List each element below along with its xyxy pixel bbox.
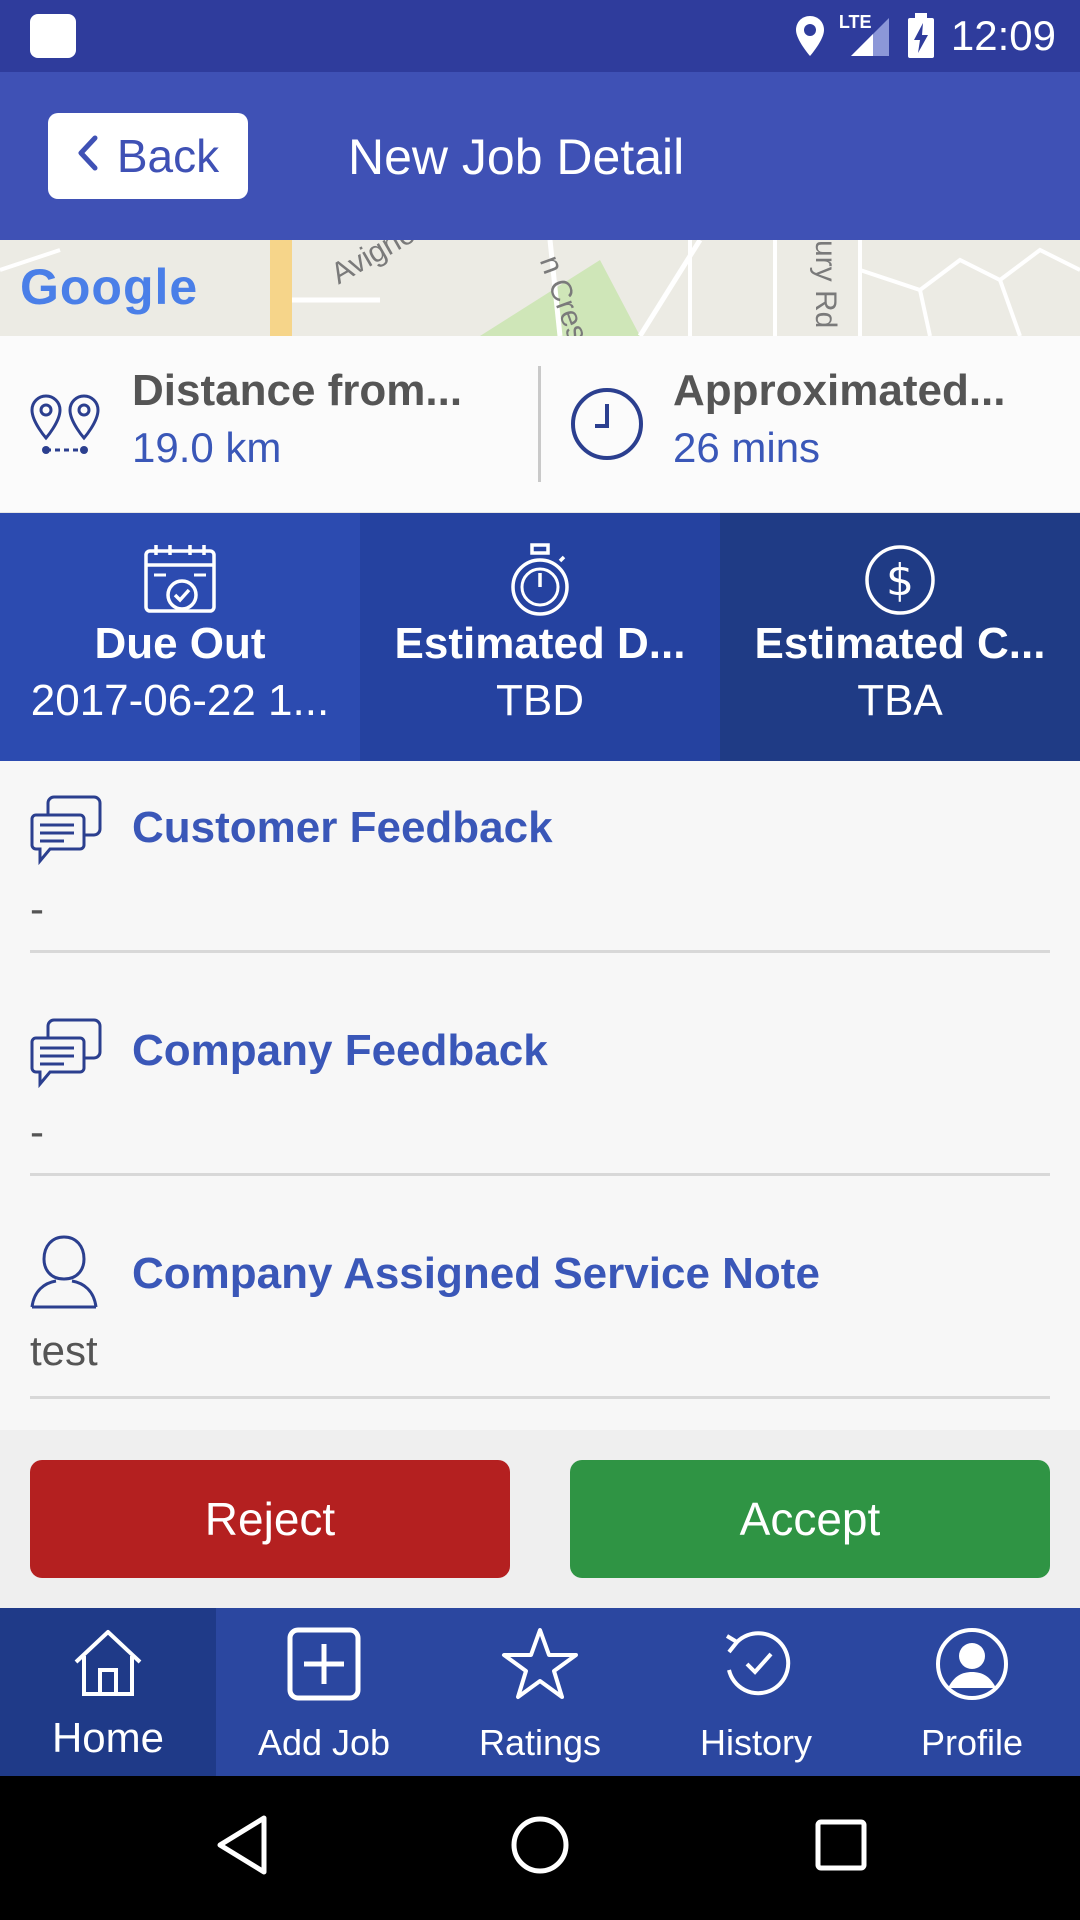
customer-feedback-section: Customer Feedback -	[0, 761, 1080, 984]
battery-charging-icon	[907, 13, 935, 59]
action-bar: Reject Accept	[0, 1430, 1080, 1608]
notification-app-icon	[30, 14, 76, 58]
back-label: Back	[116, 130, 220, 182]
app-bar: Back New Job Detail	[0, 72, 1080, 240]
nav-label: Ratings	[478, 1722, 602, 1763]
nav-add-job[interactable]: Add Job	[216, 1608, 432, 1776]
history-icon	[717, 1626, 795, 1707]
svg-text:$: $	[886, 555, 914, 606]
clock: 12:09	[950, 12, 1056, 59]
nav-history[interactable]: History	[648, 1608, 864, 1776]
section-divider	[30, 1173, 1050, 1176]
google-logo: Google	[20, 258, 198, 316]
map-view[interactable]: Google Avignon Way n Cres ury Rd	[0, 240, 1080, 336]
page-title: New Job Detail	[348, 129, 685, 185]
distance-label: Distance from...	[132, 366, 463, 415]
tile-estimated-cost: $ Estimated C... TBA	[720, 513, 1080, 761]
service-note-section: Company Assigned Service Note test	[0, 1207, 1080, 1430]
section-title: Company Assigned Service Note	[132, 1249, 820, 1298]
calendar-check-icon	[142, 543, 218, 620]
section-value: -	[30, 1108, 44, 1155]
home-icon	[70, 1626, 146, 1705]
time-label: Approximated...	[673, 366, 1006, 415]
distance-value: 19.0 km	[132, 424, 282, 471]
tile-value: 2017-06-22 1...	[30, 676, 330, 725]
road-label: ury Rd	[809, 240, 842, 329]
job-summary-tiles: Due Out 2017-06-22 1... Estimated D... T…	[0, 513, 1080, 761]
stopwatch-icon	[508, 543, 572, 622]
tile-title: Estimated C...	[754, 619, 1046, 668]
status-bar: LTE 12:09	[0, 0, 1080, 72]
bottom-nav: Home Add Job Ratings History Profile	[0, 1608, 1080, 1776]
reject-button[interactable]: Reject	[30, 1460, 510, 1578]
location-icon	[793, 14, 827, 58]
system-nav-bar	[0, 1776, 1080, 1920]
lte-signal-icon: LTE	[839, 12, 891, 58]
star-icon	[501, 1626, 579, 1707]
google-logo-text: Google	[20, 259, 199, 315]
add-icon	[286, 1626, 362, 1707]
network-type: LTE	[838, 12, 872, 32]
tile-title: Estimated D...	[394, 619, 686, 668]
time-info: Approximated... 26 mins	[541, 336, 1080, 513]
trip-info-row: Distance from... 19.0 km Approximated...…	[0, 336, 1080, 513]
accept-button[interactable]: Accept	[570, 1460, 1050, 1578]
back-button[interactable]: Back	[48, 113, 248, 199]
tile-estimated-duration: Estimated D... TBD	[360, 513, 720, 761]
dollar-icon: $	[863, 543, 937, 622]
section-title: Company Feedback	[132, 1026, 548, 1075]
chat-icon	[28, 793, 104, 870]
user-icon	[28, 1233, 100, 1316]
company-feedback-section: Company Feedback -	[0, 984, 1080, 1207]
tile-due-out: Due Out 2017-06-22 1...	[0, 513, 360, 761]
system-back-icon[interactable]	[212, 1812, 272, 1883]
nav-label: History	[699, 1722, 812, 1763]
tile-value: TBD	[496, 676, 584, 725]
nav-ratings[interactable]: Ratings	[432, 1608, 648, 1776]
system-recents-icon[interactable]	[810, 1812, 870, 1883]
distance-info: Distance from... 19.0 km	[0, 336, 538, 513]
section-divider	[30, 1396, 1050, 1399]
profile-icon	[934, 1626, 1010, 1707]
nav-label: Profile	[920, 1722, 1024, 1763]
tile-value: TBA	[857, 676, 943, 725]
section-value: test	[30, 1327, 98, 1374]
section-title: Customer Feedback	[132, 803, 553, 852]
nav-label: Add Job	[257, 1722, 391, 1763]
clock-icon	[569, 386, 645, 467]
nav-home[interactable]: Home	[0, 1608, 216, 1776]
nav-label: Home	[51, 1714, 165, 1761]
section-value: -	[30, 885, 44, 932]
time-value: 26 mins	[673, 424, 821, 471]
chevron-left-icon	[77, 129, 99, 183]
chat-icon	[28, 1016, 104, 1093]
nav-profile[interactable]: Profile	[864, 1608, 1080, 1776]
section-divider	[30, 950, 1050, 953]
tile-title: Due Out	[94, 619, 266, 668]
route-pins-icon	[28, 392, 104, 463]
system-home-icon[interactable]	[508, 1812, 572, 1883]
